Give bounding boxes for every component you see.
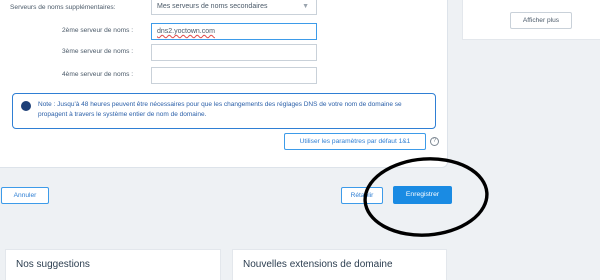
annotation-ellipse <box>363 157 489 237</box>
